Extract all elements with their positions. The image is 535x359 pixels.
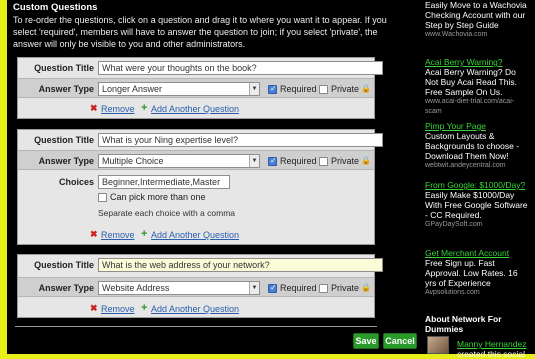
avatar[interactable]: [427, 336, 449, 354]
required-checkbox[interactable]: [268, 283, 277, 293]
remove-icon[interactable]: ✖: [90, 229, 98, 240]
ad-block[interactable]: Easily Move to a Wachovia Checking Accou…: [425, 0, 529, 40]
plus-icon[interactable]: +: [141, 103, 147, 114]
question-card[interactable]: Question Title What is the web address o…: [17, 254, 383, 318]
answer-type-value: Multiple Choice: [102, 156, 164, 166]
private-checkbox[interactable]: [319, 85, 328, 94]
ad-body: Easily Move to a Wachovia Checking Accou…: [425, 0, 527, 30]
ad-title[interactable]: Acai Berry Warning?: [425, 57, 529, 67]
ad-url: Avpsolutions.com: [425, 289, 480, 296]
chevron-down-icon: ▼: [249, 155, 259, 167]
save-button[interactable]: Save: [353, 333, 379, 349]
ad-url: webtwit.andeycentral.com: [425, 162, 506, 169]
private-checkbox[interactable]: [319, 157, 328, 166]
question-title-input[interactable]: What is the web address of your network?: [98, 258, 383, 272]
plus-icon[interactable]: +: [141, 229, 147, 240]
question-title-label: Question Title: [34, 135, 94, 145]
ad-body: Acai Berry Warning? Do Not Buy Acai Read…: [425, 67, 517, 97]
remove-icon[interactable]: ✖: [90, 103, 98, 114]
ad-body: Free Sign up. Fast Approval. Low Rates. …: [425, 258, 518, 288]
remove-link[interactable]: Remove: [101, 104, 135, 114]
answer-type-value: Website Address: [102, 283, 170, 293]
required-label: Required: [280, 156, 317, 166]
add-question-link[interactable]: Add Another Question: [151, 104, 239, 114]
ad-block[interactable]: Pimp Your Page Custom Layouts & Backgrou…: [425, 121, 529, 171]
ad-body: Easily Make $1000/Day With Free Google S…: [425, 190, 528, 220]
question-title-row: Question Title What were your thoughts o…: [18, 58, 383, 78]
chevron-down-icon: ▼: [249, 282, 259, 294]
answer-type-select[interactable]: Website Address ▼: [98, 281, 260, 295]
lock-icon: 🔒: [361, 156, 371, 165]
answer-type-row: Answer Type Multiple Choice ▼ Required P…: [18, 150, 374, 170]
remove-link[interactable]: Remove: [101, 230, 135, 240]
question-title-input[interactable]: What were your thoughts on the book?: [98, 61, 383, 75]
required-checkbox[interactable]: [268, 84, 277, 94]
private-label: Private: [331, 283, 360, 293]
private-label: Private: [331, 84, 360, 94]
question-title-row: Question Title What is the web address o…: [18, 255, 383, 275]
ad-url: www.Wachovia.com: [425, 31, 488, 38]
private-checkbox[interactable]: [319, 284, 328, 293]
lock-icon: 🔒: [361, 84, 371, 93]
pick-more-label: Can pick more than one: [110, 192, 206, 202]
main-content: Custom Questions To re-order the questio…: [7, 0, 417, 354]
chevron-down-icon: ▼: [249, 83, 259, 95]
answer-type-select[interactable]: Multiple Choice ▼: [98, 154, 260, 168]
choices-label: Choices: [58, 177, 94, 187]
answer-type-label: Answer Type: [38, 283, 94, 293]
lock-icon: 🔒: [361, 283, 371, 292]
add-question-link[interactable]: Add Another Question: [151, 304, 239, 314]
question-title-input[interactable]: What is your Ning expertise level?: [98, 133, 383, 147]
answer-type-row: Answer Type Longer Answer ▼ Required Pri…: [18, 78, 374, 98]
answer-type-value: Longer Answer: [102, 84, 163, 94]
question-title-row: Question Title What is your Ning experti…: [18, 130, 383, 150]
question-card[interactable]: Question Title What were your thoughts o…: [17, 57, 383, 119]
ad-title[interactable]: Pimp Your Page: [425, 121, 529, 131]
required-checkbox[interactable]: [268, 156, 277, 166]
remove-link[interactable]: Remove: [101, 304, 135, 314]
required-label: Required: [280, 283, 317, 293]
section-title: Custom Questions: [13, 2, 98, 13]
ad-url: GPayDaySoft.com: [425, 221, 483, 228]
answer-type-label: Answer Type: [38, 84, 94, 94]
user-link[interactable]: Manny Hernandez: [457, 339, 526, 349]
intro-text: To re-order the questions, click on a qu…: [13, 15, 387, 49]
choices-input[interactable]: Beginner,Intermediate,Master: [98, 175, 230, 189]
ad-body: Custom Layouts & Backgrounds to choose -…: [425, 131, 520, 161]
required-label: Required: [280, 84, 317, 94]
remove-icon[interactable]: ✖: [90, 303, 98, 314]
question-title-label: Question Title: [34, 260, 94, 270]
answer-type-row: Answer Type Website Address ▼ Required P…: [18, 277, 374, 297]
private-label: Private: [331, 156, 360, 166]
ad-block[interactable]: Get Merchant Account Free Sign up. Fast …: [425, 248, 529, 298]
answer-type-select[interactable]: Longer Answer ▼: [98, 82, 260, 96]
about-text: created this social: [457, 349, 526, 359]
about-heading: About Network For Dummies: [425, 314, 502, 334]
ad-block[interactable]: Acai Berry Warning? Acai Berry Warning? …: [425, 57, 529, 117]
page-frame: Custom Questions To re-order the questio…: [7, 0, 535, 359]
add-question-link[interactable]: Add Another Question: [151, 230, 239, 240]
pick-more-checkbox[interactable]: [98, 193, 107, 202]
plus-icon[interactable]: +: [141, 303, 147, 314]
choices-row: Choices Beginner,Intermediate,Master: [18, 174, 374, 194]
answer-type-label: Answer Type: [38, 156, 94, 166]
cancel-button[interactable]: Cancel: [383, 333, 417, 349]
ad-block[interactable]: From Google: $1000/Day? Easily Make $100…: [425, 180, 529, 230]
separate-hint: Separate each choice with a comma: [98, 208, 236, 218]
question-title-label: Question Title: [34, 63, 94, 73]
form-divider: [15, 326, 377, 327]
ad-title[interactable]: Get Merchant Account: [425, 248, 529, 258]
ad-title[interactable]: From Google: $1000/Day?: [425, 180, 529, 190]
ad-url: www.acai-diet-trial.com/acai-scam: [425, 98, 515, 115]
question-card[interactable]: Question Title What is your Ning experti…: [17, 129, 383, 245]
